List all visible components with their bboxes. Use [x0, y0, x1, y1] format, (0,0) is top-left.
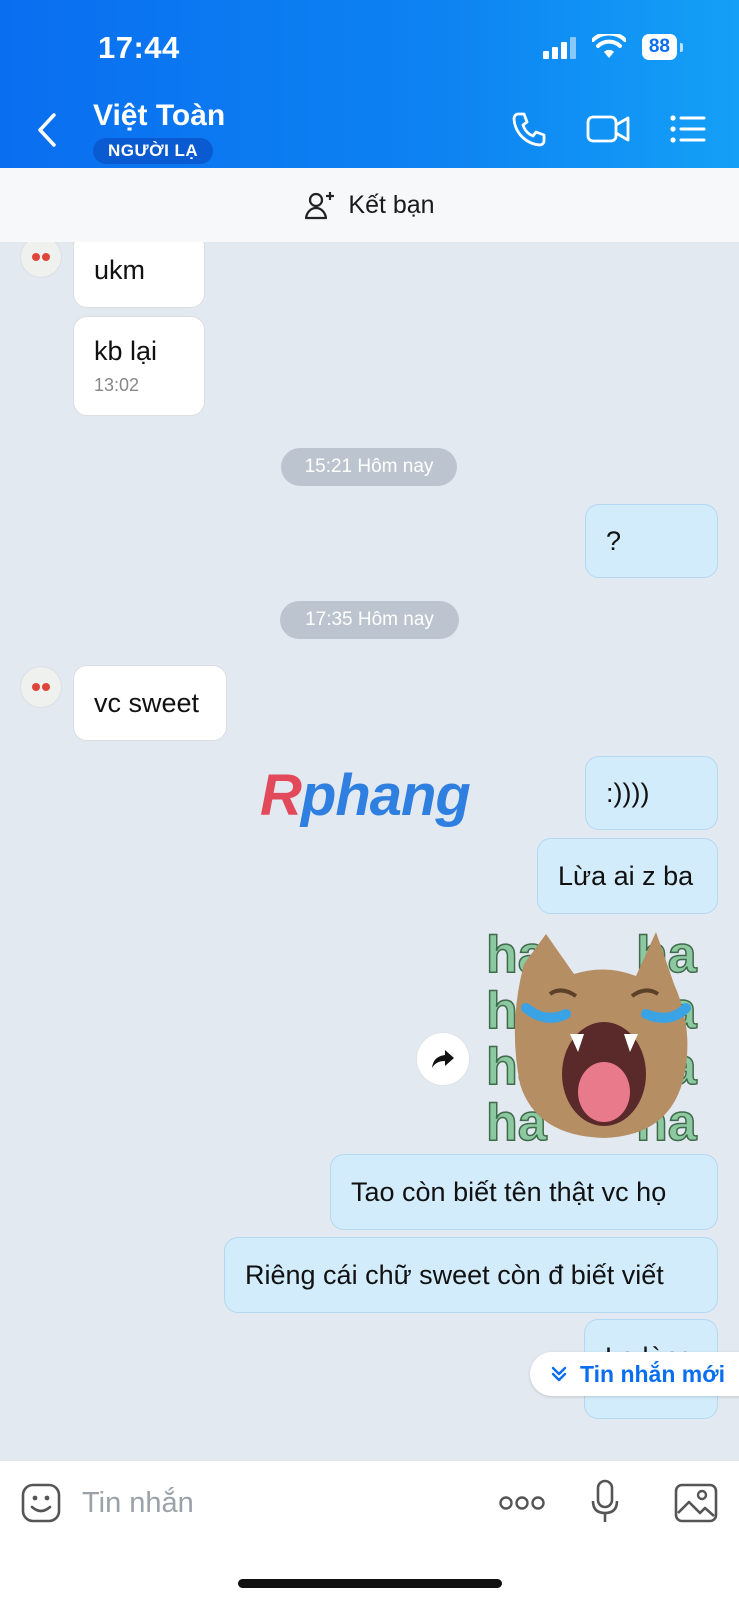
chat-header: 17:44 88 Việt Toàn NGƯỜI LẠ	[0, 0, 739, 168]
video-call-icon[interactable]	[585, 110, 631, 148]
microphone-icon[interactable]	[590, 1479, 620, 1525]
status-icons: 88	[542, 34, 684, 60]
message-text: Lừa ai z ba	[558, 860, 694, 891]
message-time: 13:02	[94, 375, 140, 395]
date-separator: 17:35 Hôm nay	[280, 601, 459, 639]
message-outgoing[interactable]: Lừa ai z ba	[537, 838, 718, 914]
battery-indicator: 88	[641, 34, 684, 60]
add-person-icon	[305, 192, 335, 220]
add-friend-button[interactable]: Kết bạn	[0, 168, 739, 242]
message-incoming[interactable]: vc sweet	[73, 665, 227, 741]
message-text: Riêng cái chữ sweet còn đ biết viết	[245, 1259, 664, 1290]
watermark-logo: Rphang	[260, 763, 471, 828]
message-outgoing[interactable]: ?	[585, 504, 718, 578]
contact-avatar[interactable]	[20, 242, 62, 278]
share-forward-button[interactable]	[416, 1032, 470, 1086]
image-gallery-icon[interactable]	[674, 1483, 718, 1523]
message-incoming[interactable]: ukm	[73, 242, 205, 308]
forward-arrow-icon	[432, 1050, 454, 1068]
new-message-label: Tin nhắn mới	[580, 1360, 725, 1387]
add-friend-label: Kết bạn	[348, 190, 435, 219]
phone-call-icon[interactable]	[510, 110, 548, 148]
menu-list-icon[interactable]	[668, 110, 706, 148]
laughing-cat-sticker[interactable]: ha ha ha ha ha ha ha ha	[486, 924, 718, 1144]
stranger-badge: NGƯỜI LẠ	[93, 138, 214, 164]
message-text: ukm	[94, 254, 146, 285]
message-text: vc sweet	[94, 687, 200, 718]
chat-thread[interactable]: ukm kb lại 13:02 15:21 Hôm nay ? 17:35 H…	[0, 242, 739, 1460]
message-text: kb lại	[94, 336, 158, 366]
message-outgoing[interactable]: :))))	[585, 756, 718, 830]
wifi-icon	[591, 34, 626, 58]
sticker-emoji-icon[interactable]	[21, 1483, 61, 1523]
signal-icon	[542, 35, 576, 59]
date-separator: 15:21 Hôm nay	[281, 448, 457, 486]
new-message-button[interactable]: Tin nhắn mới	[530, 1352, 739, 1396]
message-text: Tao còn biết tên thật vc họ	[351, 1176, 667, 1207]
contact-name[interactable]: Việt Toàn	[93, 99, 225, 133]
message-text: ?	[606, 525, 622, 556]
back-chevron-icon[interactable]	[36, 112, 58, 148]
message-outgoing[interactable]: Tao còn biết tên thật vc họ	[330, 1154, 718, 1230]
more-options-icon[interactable]	[499, 1495, 545, 1511]
message-text: :))))	[606, 777, 650, 808]
message-outgoing[interactable]: Riêng cái chữ sweet còn đ biết viết	[224, 1237, 718, 1313]
message-input-bar: Tin nhắn	[0, 1460, 739, 1601]
message-input[interactable]: Tin nhắn	[82, 1487, 194, 1520]
home-indicator[interactable]	[238, 1579, 502, 1588]
double-chevron-down-icon	[551, 1366, 567, 1382]
status-time: 17:44	[98, 30, 180, 65]
message-incoming[interactable]: kb lại 13:02	[73, 316, 205, 416]
contact-avatar[interactable]	[20, 666, 62, 708]
